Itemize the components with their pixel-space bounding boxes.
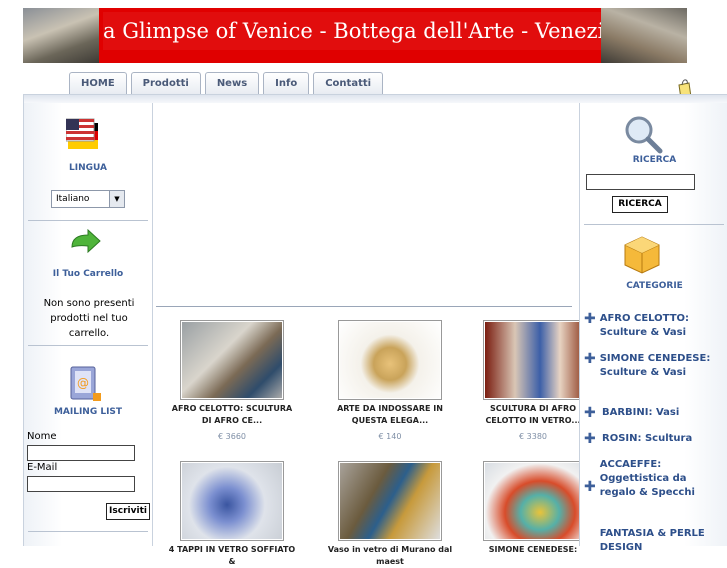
category-label[interactable]: SIMONE CENEDESE: Sculture & Vasi [600,352,724,380]
product-image[interactable] [483,461,587,541]
language-select-value: Italiano [56,194,90,204]
plus-icon: ✚ [584,479,596,495]
product-name[interactable]: Vaso in vetro di Murano dal maest [325,544,455,568]
product-card[interactable]: SCULTURA DI AFRO CELOTTO IN VETRO... € 3… [483,320,587,441]
product-image[interactable] [180,320,284,400]
language-section: LINGUA [24,163,152,173]
search-button[interactable]: RICERCA [612,196,668,213]
content-divider [156,306,572,307]
tab-home[interactable]: HOME [69,72,127,94]
email-label: E-Mail [27,462,58,473]
product-image[interactable] [180,461,284,541]
product-image[interactable] [338,320,442,400]
language-title: LINGUA [69,163,107,173]
product-card[interactable]: ARTE DA INDOSSARE IN QUESTA ELEGA... € 1… [325,320,455,441]
search-title: RICERCA [632,155,677,165]
mailing-section: MAILING LIST [24,407,152,417]
tab-news[interactable]: News [204,72,260,94]
product-image[interactable] [483,320,587,400]
categories-title: CATEGORIE [626,281,683,291]
category-label[interactable]: ROSIN: Scultura [602,432,692,446]
divider [28,531,148,532]
subscribe-button[interactable]: Iscriviti [106,503,150,520]
category-item[interactable]: ✚ AFRO CELOTTO: Sculture & Vasi [584,312,724,340]
category-item[interactable]: ✚ SIMONE CENEDESE: Sculture & Vasi [584,352,724,380]
category-item[interactable]: ✚ FANTASIA & PERLE DESIGN [584,527,724,555]
site-header: a Glimpse of Venice - Bottega dell'Arte … [23,8,687,63]
name-field[interactable] [27,445,135,461]
right-sidebar: RICERCA RICERCA CATEGORIE ✚ AFRO CELOTTO… [579,103,727,553]
product-name[interactable]: 4 TAPPI IN VETRO SOFFIATO & [167,544,297,568]
tab-info[interactable]: Info [263,72,310,94]
product-card[interactable]: SIMONE CENEDESE: [483,461,587,556]
flag-icon[interactable] [66,117,102,153]
divider [28,220,148,221]
svg-text:@: @ [77,376,89,390]
product-card[interactable]: Vaso in vetro di Murano dal maest [325,461,455,568]
mailing-title: MAILING LIST [53,407,123,417]
cart-section: Il Tuo Carrello [24,269,152,279]
product-card[interactable]: AFRO CELOTTO: SCULTURA DI AFRO CE... € 3… [167,320,297,441]
product-price: € 3380 [519,432,547,441]
product-card[interactable]: 4 TAPPI IN VETRO SOFFIATO & [167,461,297,568]
cart-title[interactable]: Il Tuo Carrello [24,269,152,279]
product-name[interactable]: SIMONE CENEDESE: [483,544,583,556]
page-frame: LINGUA Italiano ▼ Il Tuo Carrello Non so… [23,94,727,566]
category-item[interactable]: ✚ BARBINI: Vasi [584,406,724,420]
search-input[interactable] [586,174,695,190]
divider [28,345,148,346]
category-item[interactable]: ✚ ACCAEFFE: Oggettistica da regalo & Spe… [584,458,724,500]
plus-icon: ✚ [584,405,596,421]
left-sidebar: LINGUA Italiano ▼ Il Tuo Carrello Non so… [24,103,153,546]
product-price: € 140 [378,432,402,441]
category-label[interactable]: ACCAEFFE: Oggettistica da regalo & Specc… [600,458,724,500]
product-name[interactable]: ARTE DA INDOSSARE IN QUESTA ELEGA... [325,403,455,427]
category-label[interactable]: FANTASIA & PERLE DESIGN [600,527,724,555]
name-label: Nome [27,431,57,442]
category-label[interactable]: BARBINI: Vasi [602,406,679,420]
plus-icon: ✚ [584,351,596,367]
header-photo-right [601,8,687,63]
site-title: a Glimpse of Venice - Bottega dell'Arte … [103,12,617,50]
header-photo-left [23,8,99,63]
plus-icon: ✚ [584,311,596,327]
frame-top-strip [24,95,727,103]
language-select[interactable]: Italiano ▼ [51,190,125,208]
main-nav: HOME Prodotti News Info Contatti [69,72,384,94]
divider [584,224,724,225]
product-name[interactable]: AFRO CELOTTO: SCULTURA DI AFRO CE... [167,403,297,427]
box-icon [624,236,660,274]
email-field[interactable] [27,476,135,492]
category-label[interactable]: AFRO CELOTTO: Sculture & Vasi [600,312,724,340]
chevron-down-icon[interactable]: ▼ [109,191,124,207]
cart-message: Non sono presenti prodotti nel tuo carre… [43,298,135,339]
product-price: € 3660 [218,432,246,441]
plus-icon: ✚ [584,431,596,447]
magnifier-icon [625,116,663,154]
product-name[interactable]: SCULTURA DI AFRO CELOTTO IN VETRO... [483,403,583,427]
categories-section: CATEGORIE [580,281,727,291]
cart-arrow-icon [71,229,101,254]
product-image[interactable] [338,461,442,541]
mailbook-icon: @ [70,366,101,401]
tab-prodotti[interactable]: Prodotti [130,72,201,94]
category-item[interactable]: ✚ ROSIN: Scultura [584,432,724,446]
tab-contatti[interactable]: Contatti [313,72,384,94]
search-section: RICERCA [580,155,727,165]
